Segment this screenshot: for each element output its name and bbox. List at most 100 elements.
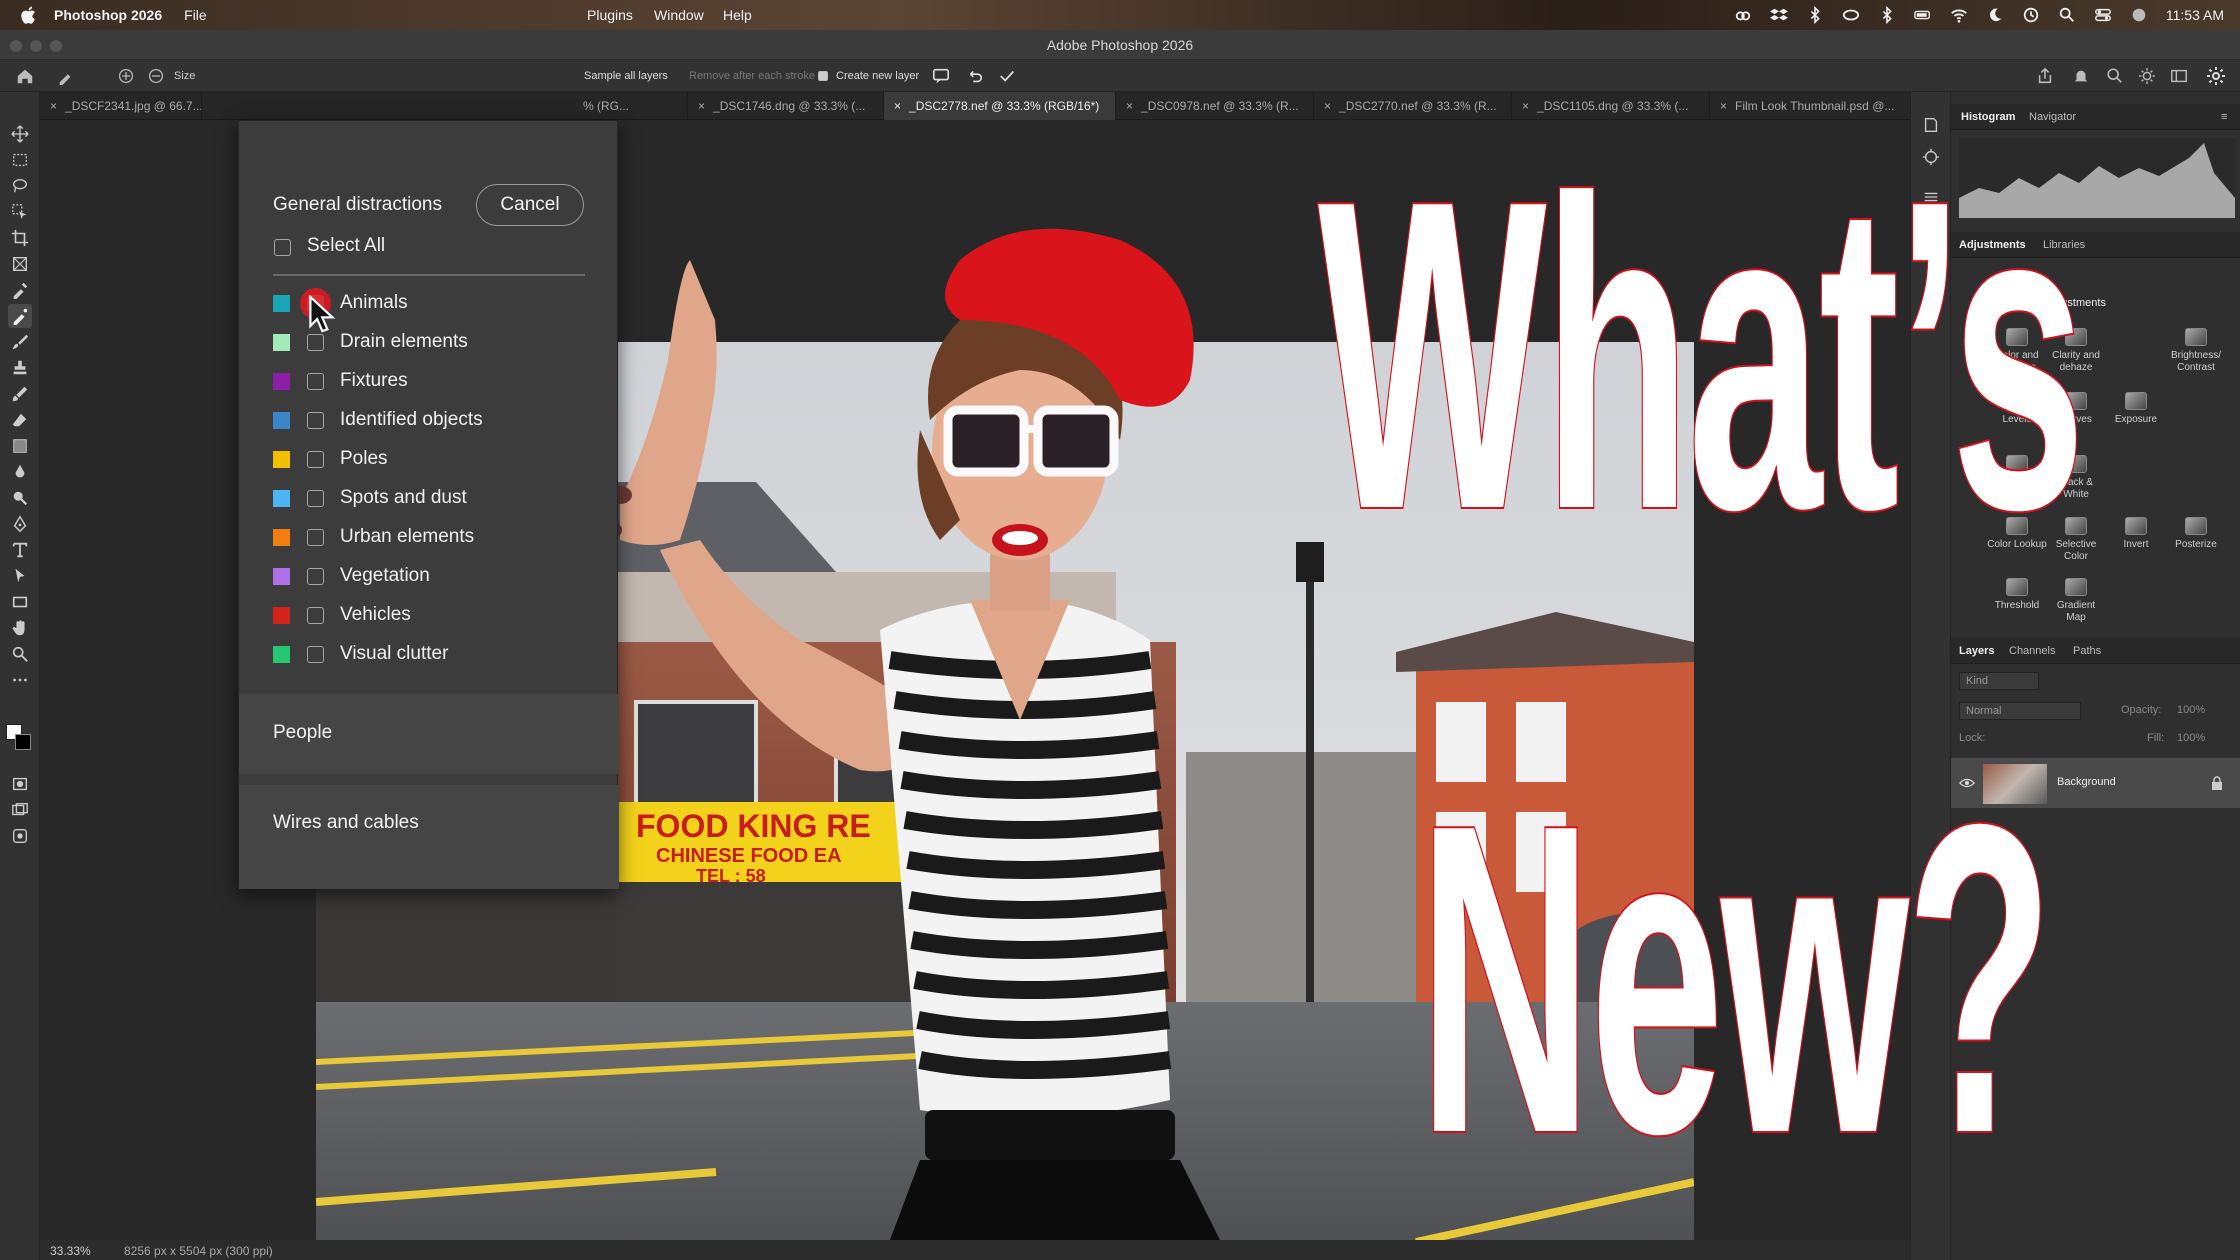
- eraser-tool[interactable]: [8, 408, 32, 432]
- brush-tool[interactable]: [8, 330, 32, 354]
- comment-icon[interactable]: [932, 67, 950, 85]
- category-row-animals[interactable]: Animals: [239, 288, 619, 333]
- cancel-button[interactable]: Cancel: [476, 184, 584, 226]
- quick-mask-button[interactable]: [8, 772, 32, 796]
- screen-mode-button[interactable]: [8, 798, 32, 822]
- marquee-tool[interactable]: [8, 148, 32, 172]
- adj-exposure[interactable]: Exposure: [2106, 392, 2166, 426]
- gradient-tool[interactable]: [8, 434, 32, 458]
- category-row-identified[interactable]: Identified objects: [239, 406, 619, 436]
- control-center-icon[interactable]: [2094, 6, 2112, 24]
- select-all-checkbox[interactable]: [274, 239, 291, 256]
- display-icon[interactable]: [1842, 6, 1860, 24]
- blend-mode-select[interactable]: Normal: [1959, 702, 2081, 720]
- category-row-fixtures[interactable]: Fixtures: [239, 367, 619, 397]
- adj-invert[interactable]: Invert: [2106, 517, 2166, 551]
- vehicles-checkbox[interactable]: [307, 607, 324, 624]
- create-new-layer-label[interactable]: Create new layer: [836, 70, 919, 82]
- zoom-level[interactable]: 33.33%: [50, 1244, 91, 1258]
- pen-tool[interactable]: [8, 512, 32, 536]
- time-machine-icon[interactable]: [2022, 6, 2040, 24]
- category-row-poles[interactable]: Poles: [239, 445, 619, 475]
- settings-gear-icon[interactable]: [2206, 66, 2226, 86]
- menu-file[interactable]: File: [184, 7, 207, 23]
- commit-check-icon[interactable]: [998, 67, 1016, 85]
- vegetation-checkbox[interactable]: [307, 568, 324, 585]
- apple-menu-icon[interactable]: [18, 4, 40, 26]
- crop-tool[interactable]: [8, 226, 32, 250]
- category-row-vehicles[interactable]: Vehicles: [239, 601, 619, 631]
- tab-paths[interactable]: Paths: [2073, 645, 2101, 657]
- more-tools[interactable]: [8, 668, 32, 692]
- identified-checkbox[interactable]: [307, 412, 324, 429]
- fixtures-checkbox[interactable]: [307, 373, 324, 390]
- category-row-spots[interactable]: Spots and dust: [239, 484, 619, 514]
- panel-menu-icon[interactable]: ≡: [2221, 111, 2227, 123]
- share-icon[interactable]: [2036, 67, 2054, 85]
- tab-dsc0978[interactable]: × _DSC0978.nef @ 33.3% (R...: [1116, 92, 1314, 120]
- urban-checkbox[interactable]: [307, 529, 324, 546]
- tab-partial[interactable]: % (RG...: [573, 92, 688, 120]
- tab-dscf2341[interactable]: × _DSCF2341.jpg @ 66.7...: [40, 92, 202, 120]
- wifi-icon[interactable]: [1950, 6, 1968, 24]
- opacity-value[interactable]: 100%: [2177, 704, 2205, 716]
- layer-kind-filter[interactable]: Kind: [1959, 672, 2039, 690]
- discover-icon[interactable]: [2138, 67, 2156, 85]
- fill-value[interactable]: 100%: [2177, 732, 2205, 744]
- blur-tool[interactable]: [8, 460, 32, 484]
- adj-posterize[interactable]: Posterize: [2166, 517, 2226, 551]
- menu-app-name[interactable]: Photoshop 2026: [54, 7, 162, 23]
- bluetooth-icon[interactable]: [1806, 6, 1824, 24]
- adj-brightness-contrast[interactable]: Brightness/ Contrast: [2166, 328, 2226, 374]
- type-tool[interactable]: [8, 538, 32, 562]
- background-color-swatch[interactable]: [15, 734, 31, 750]
- layer-name[interactable]: Background: [2057, 776, 2116, 788]
- frame-tool[interactable]: [8, 252, 32, 276]
- drain-checkbox[interactable]: [307, 334, 324, 351]
- tab-channels[interactable]: Channels: [2009, 645, 2055, 657]
- category-row-drain[interactable]: Drain elements: [239, 328, 619, 358]
- category-row-vegetation[interactable]: Vegetation: [239, 562, 619, 592]
- menu-plugins[interactable]: Plugins: [587, 7, 633, 23]
- brush-subtract-icon[interactable]: [148, 68, 164, 84]
- move-tool[interactable]: [8, 122, 32, 146]
- home-icon[interactable]: [16, 67, 34, 85]
- menu-help[interactable]: Help: [723, 7, 752, 23]
- battery-icon[interactable]: [1914, 6, 1932, 24]
- tab-dsc1746[interactable]: × _DSC1746.dng @ 33.3% (...: [688, 92, 884, 120]
- dropbox-icon[interactable]: [1769, 6, 1788, 24]
- spots-checkbox[interactable]: [307, 490, 324, 507]
- tab-dsc2778[interactable]: × _DSC2778.nef @ 33.3% (RGB/16*): [884, 92, 1116, 120]
- remove-tool[interactable]: [8, 304, 32, 328]
- rectangle-tool[interactable]: [8, 590, 32, 614]
- focus-moon-icon[interactable]: [1986, 6, 2004, 24]
- poles-checkbox[interactable]: [307, 451, 324, 468]
- category-row-urban[interactable]: Urban elements: [239, 523, 619, 553]
- object-selection-tool[interactable]: [8, 200, 32, 224]
- remove-tool-icon[interactable]: [56, 67, 76, 85]
- undo-icon[interactable]: [966, 67, 984, 85]
- zoom-tool[interactable]: [8, 642, 32, 666]
- menu-clock[interactable]: 11:53 AM: [2166, 7, 2224, 23]
- history-brush-tool[interactable]: [8, 382, 32, 406]
- wires-section[interactable]: Wires and cables: [239, 785, 619, 889]
- document-info[interactable]: 8256 px x 5504 px (300 ppi): [124, 1244, 273, 1258]
- creative-cloud-icon[interactable]: [1734, 6, 1752, 24]
- path-selection-tool[interactable]: [8, 564, 32, 588]
- sample-all-layers-label[interactable]: Sample all layers: [584, 70, 668, 82]
- spotlight-search-icon[interactable]: [2058, 6, 2076, 24]
- clutter-checkbox[interactable]: [307, 646, 324, 663]
- brush-add-icon[interactable]: [118, 68, 134, 84]
- people-section[interactable]: People: [239, 694, 619, 774]
- remove-after-stroke-label[interactable]: Remove after each stroke: [689, 70, 815, 82]
- category-row-clutter[interactable]: Visual clutter: [239, 640, 619, 670]
- workspace-icon[interactable]: [2170, 67, 2188, 85]
- menu-window[interactable]: Window: [654, 7, 704, 23]
- notifications-icon[interactable]: [2072, 67, 2090, 85]
- generative-button[interactable]: [8, 824, 32, 848]
- siri-icon[interactable]: [2130, 6, 2148, 24]
- clone-stamp-tool[interactable]: [8, 356, 32, 380]
- lasso-tool[interactable]: [8, 174, 32, 198]
- dodge-tool[interactable]: [8, 486, 32, 510]
- tab-layers[interactable]: Layers: [1959, 645, 1994, 657]
